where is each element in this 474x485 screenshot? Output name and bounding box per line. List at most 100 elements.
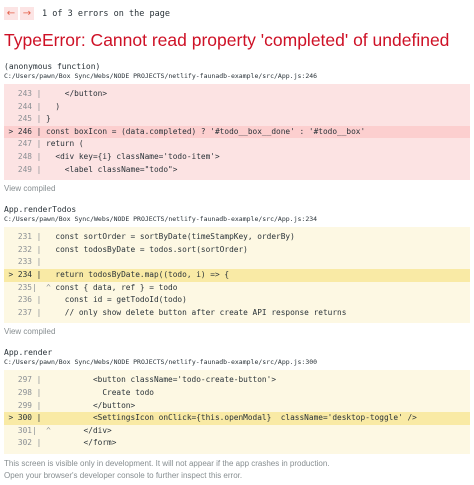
line-gutter: | <box>36 375 42 385</box>
line-code: </button> <box>46 89 108 98</box>
code-line: 233 | <box>4 256 470 269</box>
line-gutter: | <box>36 269 42 279</box>
line-gutter: | <box>36 257 42 267</box>
code-line: 231 | const sortOrder = sortByDate(timeSt… <box>4 231 470 244</box>
error-overlay: ← → 1 of 3 errors on the page TypeError:… <box>4 6 470 482</box>
line-number: 301 <box>17 425 32 435</box>
line-number: 233 <box>17 257 32 267</box>
line-number: 244 <box>17 101 32 111</box>
line-code: return ( <box>46 139 84 149</box>
code-snippet: 243 | </button> 244 | ) 245 |} > 246 | const … <box>4 84 470 181</box>
line-gutter: | <box>36 151 42 161</box>
line-number: 249 <box>17 164 32 174</box>
code-snippet: 297 | <button className='todo-create-butt… <box>4 370 470 454</box>
footer-line-2: Open your browser's developer console to… <box>4 470 243 480</box>
line-code: } <box>46 114 51 124</box>
line-gutter: | <box>36 126 42 136</box>
frame-function-name: App.renderTodos <box>4 205 77 215</box>
line-code: const { data, ref } = todo <box>46 282 178 292</box>
line-gutter: | <box>36 164 42 174</box>
line-code: const id = getTodoId(todo) <box>46 295 187 305</box>
line-number: > 246 <box>8 126 32 136</box>
line-gutter: | <box>36 139 42 149</box>
frame-file-path[interactable]: C:/Users/pawn/Box Sync/Webs/NODE PROJECT… <box>4 72 470 81</box>
code-line: 298 | Create todo <box>4 387 470 400</box>
line-code: const boxIcon = (data.completed) ? '#tod… <box>46 126 366 136</box>
line-number: 245 <box>17 114 32 124</box>
line-gutter: | <box>36 307 42 317</box>
stack-frame: App.renderTodos C:/Users/pawn/Box Sync/W… <box>4 205 470 338</box>
footer-line-1: This screen is visible only in developme… <box>4 458 330 468</box>
code-line: 237 | // only show delete button after cr… <box>4 307 470 320</box>
line-gutter: | <box>36 232 42 242</box>
line-number: 243 <box>17 89 32 98</box>
line-code: </div> <box>46 425 112 435</box>
line-code: <SettingsIcon onClick={this.openModal} c… <box>46 413 417 423</box>
line-number: > 300 <box>8 413 32 423</box>
error-count: 1 of 3 errors on the page <box>42 8 170 19</box>
prev-error-button[interactable]: ← <box>4 7 18 20</box>
line-gutter: | <box>36 89 42 98</box>
line-number: 232 <box>17 244 32 254</box>
line-number: 235 <box>17 282 32 292</box>
line-number: 247 <box>17 139 32 149</box>
code-line: 244 | ) <box>4 101 470 114</box>
line-number: 236 <box>17 295 32 305</box>
code-line: 297 | <button className='todo-create-butt… <box>4 374 470 387</box>
line-number: 237 <box>17 307 32 317</box>
highlighted-code-line: > 234 | return todosByDate.map((todo, i) … <box>4 268 470 282</box>
line-number: 298 <box>17 387 32 397</box>
line-code: ) <box>46 101 61 111</box>
line-code: <div key={i} className='todo-item'> <box>46 151 220 161</box>
highlighted-code-line: > 246 | const boxIcon = (data.completed) ?… <box>4 125 470 139</box>
code-line: 249 | <label className="todo"> <box>4 164 470 177</box>
line-gutter: | <box>36 400 42 410</box>
stack-frame: (anonymous function) C:/Users/pawn/Box S… <box>4 62 470 195</box>
line-code: Create todo <box>46 387 154 397</box>
line-code: <label className="todo"> <box>46 164 178 174</box>
code-snippet: 231 | const sortOrder = sortByDate(timeSt… <box>4 227 470 324</box>
line-gutter: | <box>36 295 42 305</box>
line-code: const todosByDate = todos.sort(sortOrder… <box>46 244 248 254</box>
line-gutter: | <box>36 438 42 448</box>
line-gutter: | <box>36 114 42 124</box>
code-line: 301 | ^ </div> <box>4 425 470 438</box>
line-code: return todosByDate.map((todo, i) => { <box>46 269 230 279</box>
line-number: 297 <box>17 375 32 385</box>
code-line: 232 | const todosByDate = todos.sort(sort… <box>4 244 470 257</box>
line-code: // only show delete button after create … <box>46 307 347 317</box>
line-gutter: | <box>36 413 42 423</box>
line-code: const sortOrder = sortByDate(timeStampKe… <box>46 232 295 242</box>
error-navigation: ← → 1 of 3 errors on the page <box>4 6 470 21</box>
frame-file-path[interactable]: C:/Users/pawn/Box Sync/Webs/NODE PROJECT… <box>4 215 470 224</box>
line-gutter: | <box>36 101 42 111</box>
line-gutter: | <box>36 387 42 397</box>
line-number: 231 <box>17 232 32 242</box>
line-number: 299 <box>17 400 32 410</box>
line-gutter: | <box>36 244 42 254</box>
next-error-button[interactable]: → <box>20 7 34 20</box>
line-gutter: | ^ <box>32 282 51 292</box>
code-line: 243 | </button> <box>4 88 470 101</box>
line-code: <button className='todo-create-button'> <box>46 375 277 385</box>
line-code: </form> <box>46 438 117 448</box>
stack-frame: App.render C:/Users/pawn/Box Sync/Webs/N… <box>4 348 470 454</box>
code-line: 247 | return ( <box>4 138 470 151</box>
dev-footer: This screen is visible only in developme… <box>4 458 470 482</box>
code-line: 245 |} <box>4 113 470 126</box>
line-number: 248 <box>17 151 32 161</box>
frame-function-name: App.render <box>4 348 53 358</box>
view-compiled-link[interactable]: View compiled <box>4 327 470 338</box>
frame-file-path[interactable]: C:/Users/pawn/Box Sync/Webs/NODE PROJECT… <box>4 358 470 367</box>
error-title: TypeError: Cannot read property 'complet… <box>4 30 450 50</box>
line-number: 302 <box>17 438 32 448</box>
code-line: 236 | const id = getTodoId(todo) <box>4 294 470 307</box>
code-line: 248 | <div key={i} className='todo-item'> <box>4 151 470 164</box>
view-compiled-link[interactable]: View compiled <box>4 184 470 195</box>
line-gutter: | ^ <box>32 425 51 435</box>
line-code: </button> <box>46 400 136 410</box>
line-number: > 234 <box>8 269 32 279</box>
code-line: 235 | ^ const { data, ref } = todo <box>4 282 470 295</box>
code-line: 302 | </form> <box>4 437 470 450</box>
frame-function-name: (anonymous function) <box>4 62 101 71</box>
